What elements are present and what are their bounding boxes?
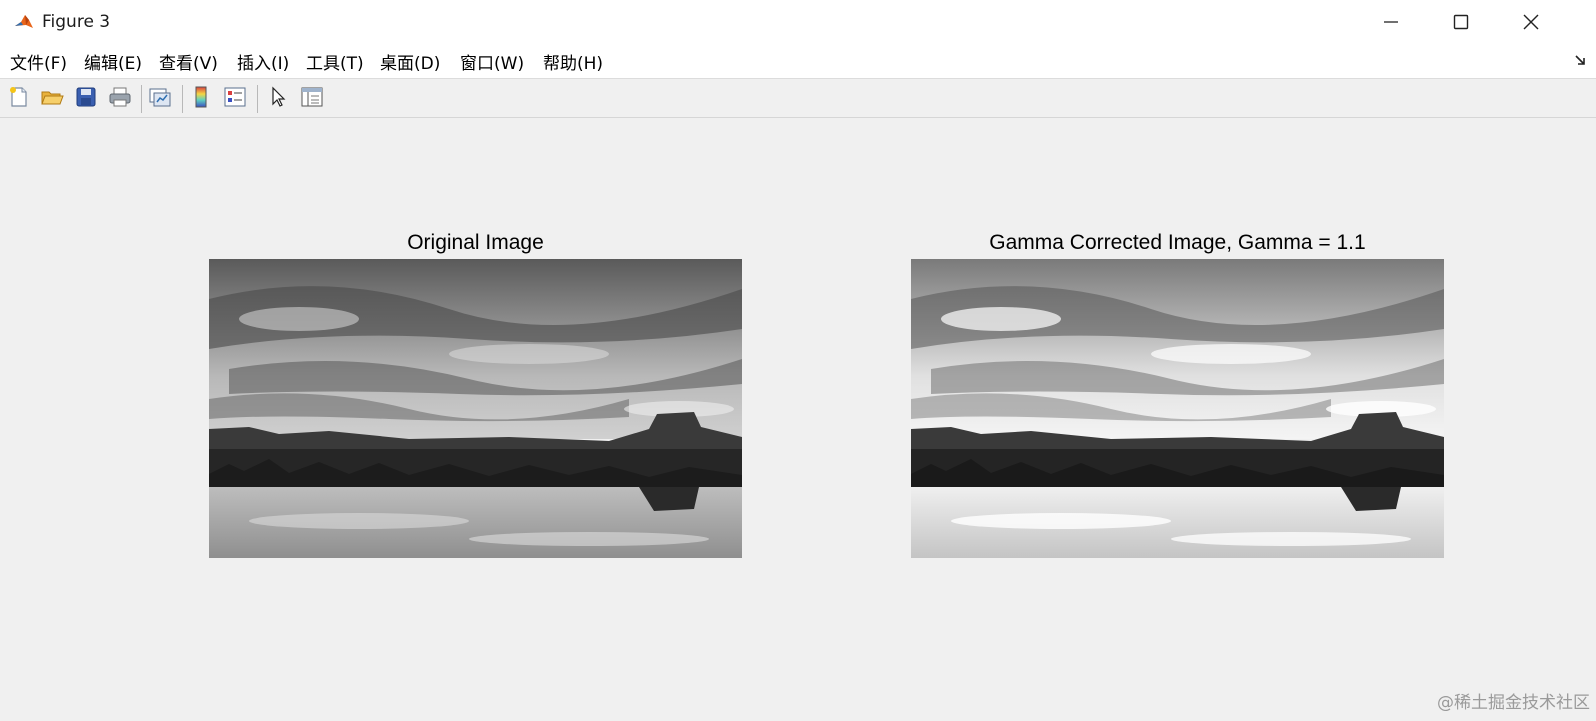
toolbar-separator — [257, 85, 258, 113]
link-plot-button[interactable] — [146, 83, 174, 111]
dock-arrow-icon[interactable] — [1574, 54, 1586, 66]
menu-edit[interactable]: 编辑(E) — [84, 49, 142, 74]
menu-view[interactable]: 查看(V) — [159, 49, 218, 74]
pointer-icon — [272, 86, 286, 107]
menu-help[interactable]: 帮助(H) — [543, 49, 603, 74]
insert-legend-button[interactable] — [221, 83, 249, 111]
menu-window[interactable]: 窗口(W) — [460, 49, 524, 74]
maximize-icon — [1453, 14, 1469, 30]
legend-icon — [224, 87, 246, 107]
close-button[interactable] — [1496, 0, 1566, 44]
insert-colorbar-button[interactable] — [187, 83, 215, 111]
menu-desktop[interactable]: 桌面(D) — [380, 49, 440, 74]
print-icon — [109, 87, 131, 107]
close-icon — [1523, 14, 1539, 30]
toolbar-separator — [141, 85, 142, 113]
maximize-button[interactable] — [1426, 0, 1496, 44]
property-inspector-button[interactable] — [298, 83, 326, 111]
toolbar-separator — [182, 85, 183, 113]
minimize-button[interactable] — [1356, 0, 1426, 44]
axes-title-gamma: Gamma Corrected Image, Gamma = 1.1 — [989, 231, 1366, 254]
menu-tools[interactable]: 工具(T) — [306, 49, 364, 74]
edit-plot-button[interactable] — [264, 83, 292, 111]
open-folder-icon — [41, 91, 64, 105]
property-inspector-icon — [301, 87, 323, 107]
window-title: Figure 3 — [42, 12, 111, 32]
window-titlebar: Figure 3 — [0, 0, 1596, 44]
original-image[interactable] — [209, 259, 742, 558]
menu-file[interactable]: 文件(F) — [10, 49, 67, 74]
new-figure-button[interactable] — [5, 83, 33, 111]
new-file-icon — [10, 87, 27, 107]
menu-bar: 文件(F) 编辑(E) 查看(V) 插入(I) 工具(T) 桌面(D) 窗口(W… — [0, 44, 1596, 79]
print-figure-button[interactable] — [106, 83, 134, 111]
save-figure-button[interactable] — [72, 83, 100, 111]
matlab-logo-icon — [13, 11, 35, 33]
link-plot-icon — [149, 88, 171, 107]
open-file-button[interactable] — [38, 83, 66, 111]
brightened-landscape-image — [911, 259, 1444, 558]
menu-insert[interactable]: 插入(I) — [237, 49, 289, 74]
figure-toolbar — [0, 79, 1596, 118]
grayscale-landscape-image — [209, 259, 742, 558]
watermark-text: @稀土掘金技术社区 — [1437, 693, 1590, 713]
gamma-corrected-image[interactable] — [911, 259, 1444, 558]
colorbar-icon — [195, 86, 207, 108]
minimize-icon — [1384, 21, 1398, 23]
axes-title-original: Original Image — [407, 231, 544, 254]
save-icon — [76, 87, 96, 107]
